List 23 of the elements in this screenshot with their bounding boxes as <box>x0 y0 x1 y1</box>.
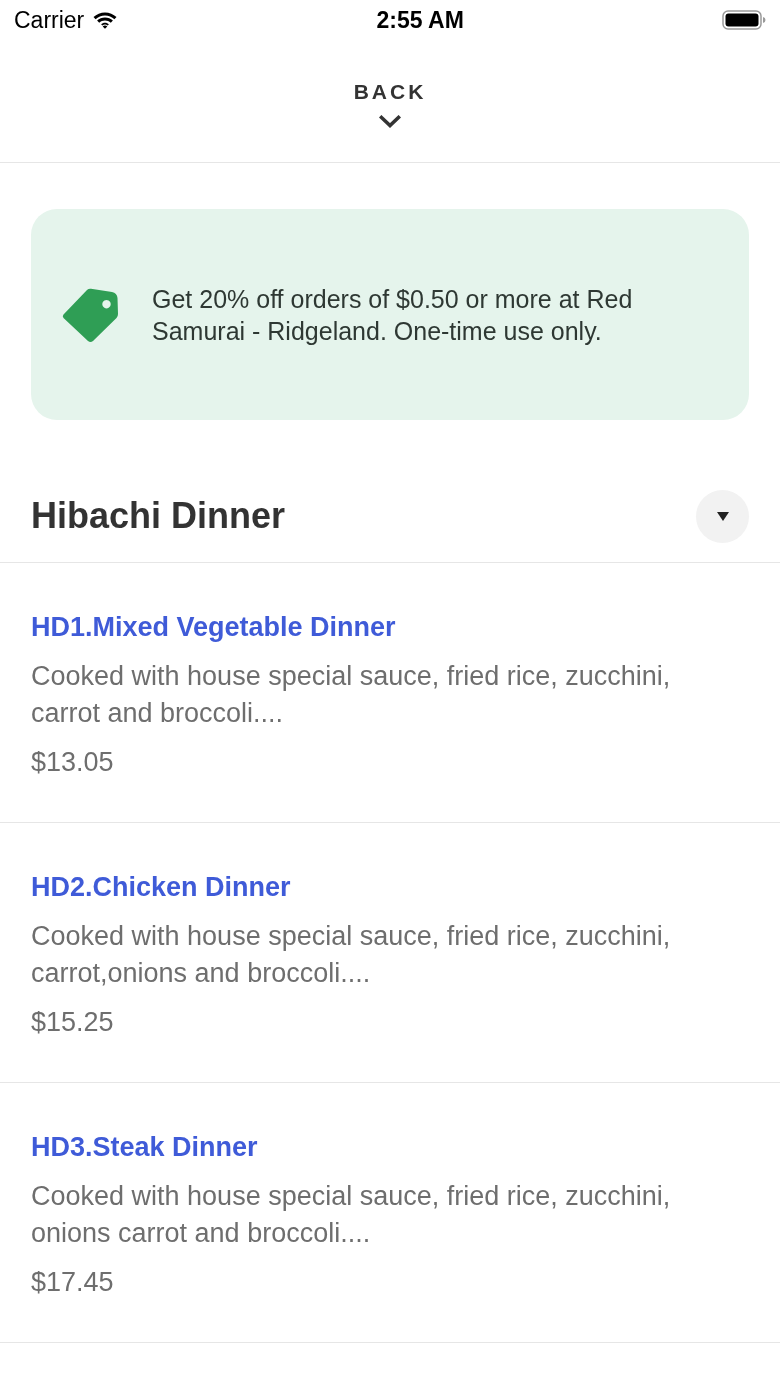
section-title: Hibachi Dinner <box>31 494 286 538</box>
menu-item[interactable]: HD2.Chicken Dinner Cooked with house special sauce, fried rice, zucchini, carrot,onions and broccoli.... $15.25 <box>0 823 780 1083</box>
item-description: Cooked with house special sauce, fried rice, zucchini, onions carrot and broccoli.... <box>31 1180 672 1250</box>
item-title: HD3.Steak Dinner <box>31 1131 259 1164</box>
back-button[interactable]: BACK <box>353 79 427 128</box>
promo-text: Get 20% off orders of $0.50 or more at Red Samurai - Ridgeland. One-time use only. <box>152 283 634 347</box>
battery-icon <box>722 10 766 30</box>
carrier-label: Carrier <box>14 5 85 35</box>
item-title: HD1.Mixed Vegetable Dinner <box>31 611 397 644</box>
status-time: 2:55 AM <box>376 5 464 35</box>
tag-icon <box>62 286 119 343</box>
caret-icon <box>716 511 729 521</box>
dropdown-button[interactable] <box>696 489 749 543</box>
menu-item[interactable]: HD1.Mixed Vegetable Dinner Cooked with house special sauce, fried rice, zucchini, carrot and broccoli.... $13.05 <box>0 563 780 823</box>
item-price: $15.25 <box>31 1006 115 1039</box>
item-description: Cooked with house special sauce, fried rice, zucchini, carrot and broccoli.... <box>31 660 672 730</box>
item-title: HD2.Chicken Dinner <box>31 871 292 904</box>
menu-item[interactable]: HD3.Steak Dinner Cooked with house special sauce, fried rice, zucchini, onions carrot and broccoli.... $17.45 <box>0 1083 780 1343</box>
item-description: Cooked with house special sauce, fried rice, zucchini, carrot,onions and broccoli.... <box>31 920 672 990</box>
item-price: $17.45 <box>31 1266 115 1299</box>
wifi-icon <box>92 10 119 30</box>
chevron-down-icon <box>379 115 401 128</box>
item-price: $13.05 <box>31 746 115 779</box>
